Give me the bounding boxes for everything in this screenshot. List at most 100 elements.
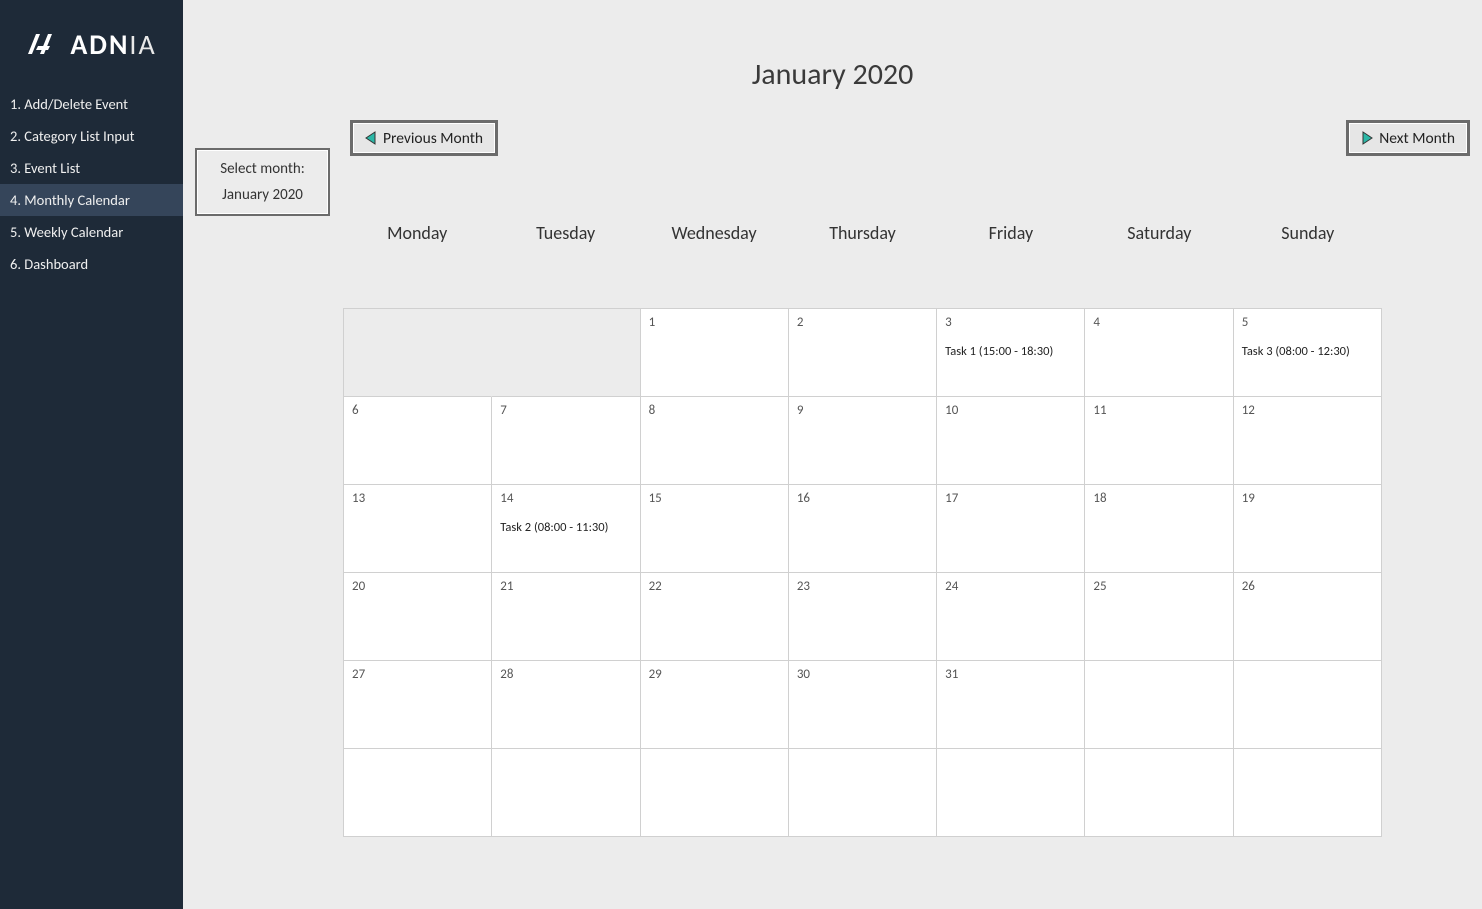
calendar-cell[interactable]: 20	[344, 573, 492, 661]
calendar-cell[interactable]: 25	[1085, 573, 1233, 661]
day-number: 14	[500, 491, 631, 506]
day-number: 15	[649, 491, 780, 506]
day-number: 2	[797, 315, 928, 330]
calendar-cell[interactable]: 30	[789, 661, 937, 749]
day-number: 9	[797, 403, 928, 418]
next-month-button[interactable]: Next Month	[1346, 120, 1470, 156]
sidebar-item-1[interactable]: 2. Category List Input	[0, 120, 183, 152]
day-number: 23	[797, 579, 928, 594]
calendar-cell[interactable]: 12	[1234, 397, 1382, 485]
day-number: 18	[1093, 491, 1224, 506]
weekday-header: Monday	[343, 216, 491, 292]
calendar-cell[interactable]: 22	[641, 573, 789, 661]
brand-mark-icon	[26, 32, 60, 56]
calendar-area: MondayTuesdayWednesdayThursdayFridaySatu…	[343, 216, 1382, 837]
month-select-label: Select month:	[217, 160, 308, 178]
calendar-event[interactable]: Task 3 (08:00 - 12:30)	[1242, 344, 1373, 359]
day-number: 3	[945, 315, 1076, 330]
day-number: 1	[649, 315, 780, 330]
day-number: 30	[797, 667, 928, 682]
calendar-cell	[492, 309, 640, 397]
day-number: 20	[352, 579, 483, 594]
day-number: 7	[500, 403, 631, 418]
calendar-grid: 123Task 1 (15:00 - 18:30)45Task 3 (08:00…	[343, 308, 1382, 837]
calendar-cell	[1234, 749, 1382, 837]
day-number: 16	[797, 491, 928, 506]
next-month-label: Next Month	[1379, 129, 1455, 148]
day-number: 8	[649, 403, 780, 418]
calendar-cell[interactable]: 2	[789, 309, 937, 397]
sidebar: ADNIA 1. Add/Delete Event2. Category Lis…	[0, 0, 183, 909]
brand-logo: ADNIA	[0, 0, 183, 88]
calendar-cell[interactable]: 11	[1085, 397, 1233, 485]
day-number: 24	[945, 579, 1076, 594]
calendar-cell[interactable]: 5Task 3 (08:00 - 12:30)	[1234, 309, 1382, 397]
prev-month-label: Previous Month	[383, 129, 483, 148]
calendar-cell[interactable]: 1	[641, 309, 789, 397]
day-number: 29	[649, 667, 780, 682]
day-number: 13	[352, 491, 483, 506]
calendar-cell[interactable]: 24	[937, 573, 1085, 661]
calendar-cell[interactable]: 26	[1234, 573, 1382, 661]
calendar-cell	[1234, 661, 1382, 749]
calendar-event[interactable]: Task 1 (15:00 - 18:30)	[945, 344, 1076, 359]
calendar-cell[interactable]: 4	[1085, 309, 1233, 397]
calendar-cell[interactable]: 7	[492, 397, 640, 485]
calendar-cell[interactable]: 17	[937, 485, 1085, 573]
day-number: 19	[1242, 491, 1373, 506]
calendar-cell[interactable]: 9	[789, 397, 937, 485]
weekday-header: Wednesday	[640, 216, 788, 292]
day-number: 11	[1093, 403, 1224, 418]
calendar-cell[interactable]: 3 Task 1 (15:00 - 18:30)	[937, 309, 1085, 397]
day-number: 21	[500, 579, 631, 594]
calendar-cell	[1085, 749, 1233, 837]
weekday-header: Tuesday	[491, 216, 639, 292]
weekday-header: Thursday	[788, 216, 936, 292]
day-number: 26	[1242, 579, 1373, 594]
day-number: 22	[649, 579, 780, 594]
sidebar-item-5[interactable]: 6. Dashboard	[0, 248, 183, 280]
day-number: 12	[1242, 403, 1373, 418]
calendar-event[interactable]: Task 2 (08:00 - 11:30)	[500, 520, 631, 535]
calendar-cell	[492, 749, 640, 837]
calendar-cell	[789, 749, 937, 837]
calendar-cell	[344, 749, 492, 837]
sidebar-item-3[interactable]: 4. Monthly Calendar	[0, 184, 183, 216]
sidebar-item-2[interactable]: 3. Event List	[0, 152, 183, 184]
triangle-right-icon	[1361, 131, 1373, 145]
calendar-cell[interactable]: 14 Task 2 (08:00 - 11:30)	[492, 485, 640, 573]
calendar-cell[interactable]: 6	[344, 397, 492, 485]
calendar-cell[interactable]: 27	[344, 661, 492, 749]
calendar-cell	[641, 749, 789, 837]
calendar-cell[interactable]: 16	[789, 485, 937, 573]
sidebar-item-0[interactable]: 1. Add/Delete Event	[0, 88, 183, 120]
calendar-cell[interactable]: 21	[492, 573, 640, 661]
day-number: 31	[945, 667, 1076, 682]
brand-wordmark: ADNIA	[70, 27, 156, 62]
day-number: 10	[945, 403, 1076, 418]
weekday-header: Friday	[937, 216, 1085, 292]
day-number: 27	[352, 667, 483, 682]
calendar-cell[interactable]: 15	[641, 485, 789, 573]
day-number: 17	[945, 491, 1076, 506]
month-select-box[interactable]: Select month: January 2020	[195, 148, 330, 216]
weekday-header: Saturday	[1085, 216, 1233, 292]
page-title: January 2020	[183, 56, 1482, 93]
calendar-cell[interactable]: 13	[344, 485, 492, 573]
controls-row: Select month: January 2020 Previous Mont…	[195, 120, 1470, 216]
day-number: 25	[1093, 579, 1224, 594]
month-select-value: January 2020	[217, 186, 308, 204]
calendar-cell[interactable]: 29	[641, 661, 789, 749]
calendar-cell	[344, 309, 492, 397]
calendar-cell[interactable]: 18	[1085, 485, 1233, 573]
prev-month-button[interactable]: Previous Month	[350, 120, 498, 156]
sidebar-item-4[interactable]: 5. Weekly Calendar	[0, 216, 183, 248]
calendar-cell	[937, 749, 1085, 837]
calendar-cell[interactable]: 23	[789, 573, 937, 661]
weekday-header-row: MondayTuesdayWednesdayThursdayFridaySatu…	[343, 216, 1382, 292]
calendar-cell[interactable]: 31	[937, 661, 1085, 749]
calendar-cell[interactable]: 8	[641, 397, 789, 485]
calendar-cell[interactable]: 19	[1234, 485, 1382, 573]
calendar-cell[interactable]: 10	[937, 397, 1085, 485]
calendar-cell[interactable]: 28	[492, 661, 640, 749]
